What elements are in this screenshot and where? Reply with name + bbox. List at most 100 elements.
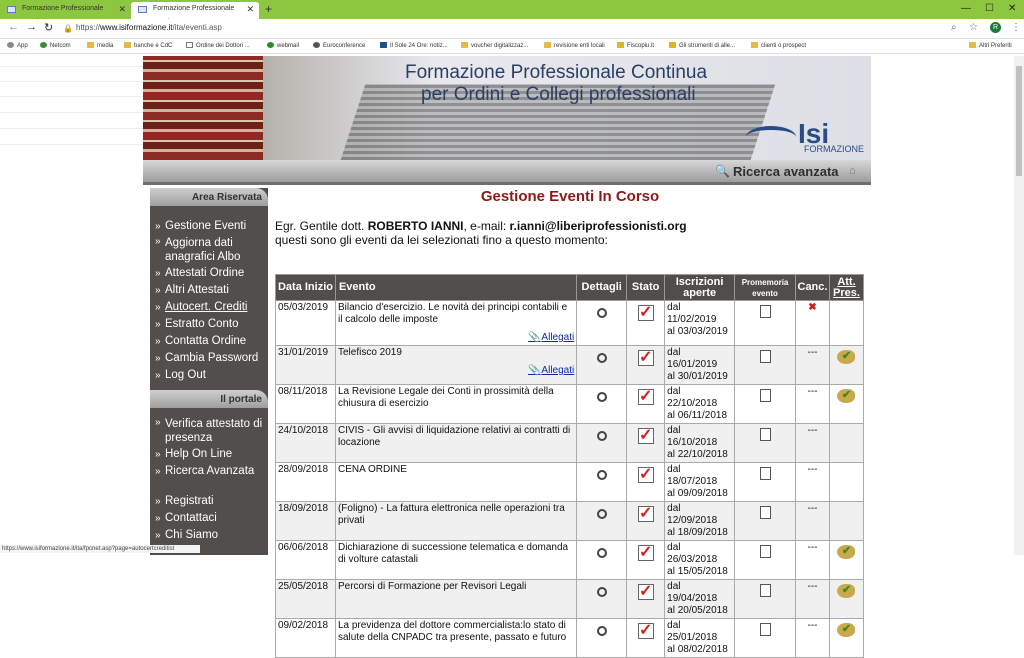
browser-tab-2[interactable]: Formazione Professionale Conti...✕	[131, 2, 259, 26]
details-magnifier-icon[interactable]	[596, 470, 607, 480]
attestato-icon[interactable]: ✔	[837, 389, 856, 403]
registration-to: al 30/01/2019	[667, 371, 728, 382]
table-row: 24/10/2018 CIVIS - Gli avvisi di liquidaz…	[275, 423, 865, 463]
scrollbar-thumb[interactable]	[1016, 66, 1022, 176]
reminder-document-icon[interactable]	[759, 545, 771, 558]
bookmark-item[interactable]: Euroconference	[313, 42, 365, 49]
sidebar-item-aggiorna-dati[interactable]: Aggiorna dati anagrafici Albo	[150, 235, 268, 265]
reminder-document-icon[interactable]	[759, 506, 771, 519]
sidebar-item-estratto-conto[interactable]: Estratto Conto	[150, 316, 268, 333]
banner-title: Formazione Professionale Continua	[405, 62, 708, 83]
details-magnifier-icon[interactable]	[596, 587, 607, 597]
cell-attendance: ✔	[828, 618, 865, 658]
registration-from: dal 16/10/2018	[667, 425, 718, 448]
cell-event: Bilancio d'esercizio. Le novità dei prin…	[334, 300, 578, 346]
details-magnifier-icon[interactable]	[596, 308, 607, 318]
bookmark-item[interactable]: webmail	[267, 42, 299, 49]
cell-registration: dal 12/09/2018 al 18/09/2018	[664, 501, 736, 541]
back-icon[interactable]: ←	[8, 21, 19, 33]
minimize-icon[interactable]: —	[961, 0, 971, 18]
reminder-document-icon[interactable]	[759, 584, 771, 597]
avatar[interactable]: R	[990, 22, 1001, 33]
sidebar-item-verifica-attestato[interactable]: Verifica attestato di presenza	[150, 416, 268, 446]
cancel-icon[interactable]: ✖	[808, 302, 816, 313]
status-check-icon: ✓	[637, 505, 654, 522]
attestato-icon[interactable]: ✔	[837, 584, 856, 598]
reminder-document-icon[interactable]	[759, 428, 771, 441]
details-magnifier-icon[interactable]	[596, 548, 607, 558]
sidebar-item-contatta-ordine[interactable]: Contatta Ordine	[150, 333, 268, 350]
sidebar-item-help-online[interactable]: Help On Line	[150, 446, 268, 463]
reminder-document-icon[interactable]	[759, 389, 771, 402]
new-tab-icon[interactable]: +	[265, 0, 272, 18]
status-bar-url: https://www.isiformazione.it/ita/fpcnet.…	[0, 545, 200, 553]
cell-details	[576, 345, 628, 385]
attestato-icon[interactable]: ✔	[837, 350, 856, 364]
sidebar-item-ricerca-avanzata[interactable]: Ricerca Avanzata	[150, 463, 268, 480]
bookmark-item[interactable]: Altri Preferiti	[969, 42, 1012, 49]
details-magnifier-icon[interactable]	[596, 392, 607, 402]
cell-date: 08/11/2018	[275, 384, 336, 424]
details-magnifier-icon[interactable]	[596, 353, 607, 363]
page-title: Gestione Eventi In Corso	[480, 188, 660, 205]
close-icon[interactable]: ✕	[118, 2, 126, 16]
cell-event: Telefisco 2019 📎Allegati	[334, 345, 578, 385]
cell-registration: dal 22/10/2018 al 06/11/2018	[664, 384, 736, 424]
sidebar-item-log-out[interactable]: Log Out	[150, 367, 268, 384]
reminder-document-icon[interactable]	[759, 350, 771, 363]
bookmark-item[interactable]: voucher digitalizzaz...	[461, 42, 528, 49]
search-icon[interactable]: 🔍	[715, 164, 730, 178]
bookmark-item[interactable]: Netcom	[40, 42, 71, 49]
cell-status: ✓	[626, 540, 666, 580]
sidebar-item-gestione-eventi[interactable]: Gestione Eventi	[150, 218, 268, 235]
bookmark-item[interactable]: Fiscopiu.it	[617, 42, 654, 49]
reminder-document-icon[interactable]	[759, 305, 771, 318]
allegati-link[interactable]: 📎Allegati	[338, 332, 574, 344]
maximize-icon[interactable]: ☐	[985, 0, 994, 18]
bookmark-item[interactable]: media	[87, 42, 113, 49]
advanced-search-link[interactable]: Ricerca avanzata	[733, 164, 839, 179]
reload-icon[interactable]: ↻	[44, 21, 53, 34]
close-icon[interactable]: ✕	[246, 2, 254, 16]
bookmark-item[interactable]: Il Sole 24 Ore: notiz...	[380, 42, 448, 49]
sidebar-item-chi-siamo[interactable]: Chi Siamo	[150, 527, 268, 544]
reminder-document-icon[interactable]	[759, 467, 771, 480]
cell-event: (Foligno) - La fattura elettronica nelle…	[334, 501, 578, 541]
cell-status: ✓	[626, 423, 666, 463]
sidebar-item-altri-attestati[interactable]: Altri Attestati	[150, 282, 268, 299]
bookmark-item[interactable]: Gli strumenti di alle...	[669, 42, 735, 49]
cell-registration: dal 16/01/2019 al 30/01/2019	[664, 345, 736, 385]
zoom-icon[interactable]: ⌕	[951, 22, 957, 33]
sidebar-item-contattaci[interactable]: Contattaci	[150, 510, 268, 527]
close-window-icon[interactable]: ✕	[1008, 0, 1016, 18]
star-icon[interactable]: ☆	[969, 22, 978, 33]
details-magnifier-icon[interactable]	[596, 626, 607, 636]
home-icon[interactable]: ⌂	[849, 165, 856, 177]
url-field[interactable]: https://www.isiformazione.it/ita/eventi.…	[76, 23, 222, 32]
sidebar-item-attestati-ordine[interactable]: Attestati Ordine	[150, 265, 268, 282]
status-check-icon: ✓	[637, 466, 654, 483]
browser-tab-1[interactable]: Formazione Professionale Conti...✕	[0, 2, 131, 26]
sidebar-item-cambia-password[interactable]: Cambia Password	[150, 350, 268, 367]
details-magnifier-icon[interactable]	[596, 509, 607, 519]
forward-icon[interactable]: →	[26, 21, 37, 33]
attestato-icon[interactable]: ✔	[837, 623, 856, 637]
greeting-prefix: Egr. Gentile dott.	[275, 219, 368, 233]
bookmark-item[interactable]: revisione enti locali	[544, 42, 605, 49]
attestato-icon[interactable]: ✔	[837, 545, 856, 559]
scrollbar[interactable]	[1014, 56, 1024, 555]
bookmark-item[interactable]: App	[7, 42, 28, 49]
cell-details	[576, 579, 628, 619]
reminder-document-icon[interactable]	[759, 623, 771, 636]
bookmark-item[interactable]: Ordine dei Dottori ...	[186, 42, 250, 49]
bookmark-item[interactable]: clienti o prospect	[751, 42, 806, 49]
status-check-icon: ✓	[637, 427, 654, 444]
bookmark-item[interactable]: banche e CdC	[124, 42, 172, 49]
sidebar-item-registrati[interactable]: Registrati	[150, 493, 268, 510]
col-att-pres[interactable]: Att. Pres.	[828, 274, 865, 301]
details-magnifier-icon[interactable]	[596, 431, 607, 441]
lock-icon: 🔒	[63, 24, 73, 33]
menu-icon[interactable]: ⋮	[1011, 22, 1021, 33]
allegati-link[interactable]: 📎Allegati	[338, 365, 574, 377]
sidebar-item-autocert-crediti[interactable]: Autocert. Crediti	[150, 299, 268, 316]
